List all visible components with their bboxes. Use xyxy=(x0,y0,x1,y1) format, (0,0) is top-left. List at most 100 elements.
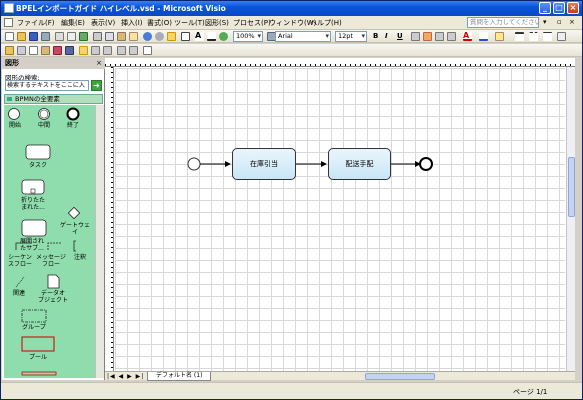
stencil-label-gateway: ゲートウェ イ xyxy=(60,222,91,236)
maximize-button[interactable]: □ xyxy=(553,2,565,14)
open-icon[interactable] xyxy=(17,32,26,41)
shapes-pane-header: 図形 × xyxy=(2,58,105,69)
vertical-scrollbar[interactable] xyxy=(566,67,575,371)
end-event[interactable] xyxy=(419,157,433,171)
shape-search-input[interactable]: 検索するテキストをここに入 xyxy=(5,80,89,91)
shadow-color-icon[interactable] xyxy=(557,32,566,41)
page-nav-arrows[interactable]: |◀ ◀ ▶ ▶| xyxy=(107,372,144,381)
align-right-icon[interactable] xyxy=(435,32,444,41)
search-go-icon[interactable]: ➜ xyxy=(91,80,102,91)
rotate-icon[interactable] xyxy=(143,46,152,55)
redo-icon[interactable] xyxy=(155,32,164,41)
size-position-icon[interactable] xyxy=(29,46,38,55)
text-tool-icon[interactable]: A xyxy=(195,32,204,41)
close-button[interactable]: × xyxy=(567,2,579,14)
italic-button[interactable]: I xyxy=(385,32,388,40)
shapes-window-icon[interactable] xyxy=(5,46,14,55)
line-weight-icon[interactable] xyxy=(515,32,524,41)
stencil-scrollbar[interactable] xyxy=(95,105,104,378)
message-flow-icon[interactable] xyxy=(47,242,62,250)
lane-icon[interactable] xyxy=(21,371,57,376)
spelling-icon[interactable] xyxy=(79,32,88,41)
layer-icon[interactable] xyxy=(65,46,74,55)
font-select[interactable]: Arial xyxy=(275,31,331,42)
format-painter-icon[interactable] xyxy=(129,32,138,41)
active-tool-icon[interactable] xyxy=(79,46,88,55)
line-pattern-icon[interactable] xyxy=(529,32,538,41)
copy-icon[interactable] xyxy=(105,32,114,41)
print-preview-icon[interactable] xyxy=(67,32,76,41)
zoom-select[interactable]: 100% xyxy=(233,31,263,42)
align-left-icon[interactable] xyxy=(411,32,420,41)
bring-front-icon[interactable] xyxy=(117,46,126,55)
standard-toolbar: A 100% Arial 12pt B I U A xyxy=(1,30,582,43)
doc-close-icon[interactable]: × xyxy=(569,18,575,26)
doc-restore-icon[interactable]: ▫ xyxy=(557,18,562,26)
minimize-button[interactable]: _ xyxy=(539,2,551,14)
menu-edit[interactable]: 編集(E) xyxy=(61,18,85,28)
connector-tool-icon[interactable] xyxy=(181,32,190,41)
annotation-icon[interactable] xyxy=(73,240,76,252)
horizontal-ruler[interactable] xyxy=(105,58,575,67)
font-size-select[interactable]: 12pt xyxy=(335,31,367,42)
menu-insert[interactable]: 挿入(I) xyxy=(121,18,143,28)
line-ends-icon[interactable] xyxy=(543,32,552,41)
print-icon[interactable] xyxy=(55,32,64,41)
vertical-scroll-thumb[interactable] xyxy=(568,157,575,217)
menu-view[interactable]: 表示(V) xyxy=(91,18,115,28)
menu-tools[interactable]: ツール(T) xyxy=(174,18,205,28)
save-icon[interactable] xyxy=(29,32,38,41)
pointer-tool-icon[interactable] xyxy=(167,32,176,41)
stencil-title-bpmn[interactable]: BPMNの全要素 xyxy=(4,94,103,104)
menu-format[interactable]: 書式(O) xyxy=(147,18,172,28)
stencil-label-sequence-flow: シーケン スフロー xyxy=(7,254,32,268)
association-icon[interactable] xyxy=(15,276,25,288)
drawing-explorer-icon[interactable] xyxy=(41,46,50,55)
page-tab-default[interactable]: デフォルト名 (1) xyxy=(147,372,212,381)
task-delivery-arrangement[interactable]: 配送手配 xyxy=(328,148,391,180)
expanded-subprocess-icon[interactable] xyxy=(21,219,47,237)
group-icon[interactable] xyxy=(91,46,100,55)
help-question-input[interactable]: 質問を入力してください xyxy=(467,17,539,28)
ungroup-icon[interactable] xyxy=(103,46,112,55)
cut-icon[interactable] xyxy=(93,32,102,41)
permission-icon[interactable] xyxy=(41,32,50,41)
paste-icon[interactable] xyxy=(117,32,126,41)
data-object-icon[interactable] xyxy=(47,274,60,289)
menu-process[interactable]: プロセス(P) xyxy=(233,18,271,28)
underline-button[interactable]: U xyxy=(397,32,403,40)
start-event-icon[interactable] xyxy=(8,108,20,120)
font-color-icon[interactable]: A xyxy=(463,32,472,41)
shapes-pane-close-button[interactable]: × xyxy=(96,58,102,69)
align-center-icon[interactable] xyxy=(423,32,432,41)
undo-icon[interactable] xyxy=(143,32,152,41)
new-icon[interactable] xyxy=(5,32,14,41)
stencil-label-end: 終了 xyxy=(66,122,79,129)
end-event-icon[interactable] xyxy=(66,107,80,121)
visio-app-icon[interactable] xyxy=(4,3,14,13)
doc-icon[interactable] xyxy=(4,18,13,27)
pan-zoom-icon[interactable] xyxy=(17,46,26,55)
send-back-icon[interactable] xyxy=(129,46,138,55)
menu-file[interactable]: ファイル(F) xyxy=(17,18,55,28)
vertical-ruler[interactable] xyxy=(105,67,114,371)
gateway-icon[interactable] xyxy=(67,206,81,220)
justify-icon[interactable] xyxy=(447,32,456,41)
help-dropdown-icon[interactable]: ▾ xyxy=(543,18,547,26)
drawing-page[interactable]: 在庫引当 配送手配 xyxy=(115,68,565,371)
shape-data-icon[interactable] xyxy=(53,46,62,55)
group-shape-icon[interactable] xyxy=(21,309,47,323)
start-event[interactable] xyxy=(187,157,201,171)
stamp-tool-icon[interactable] xyxy=(219,32,228,41)
horizontal-scroll-thumb[interactable] xyxy=(365,373,435,380)
task-stock-allocation[interactable]: 在庫引当 xyxy=(232,148,296,180)
line-color-icon[interactable] xyxy=(479,32,488,41)
stencil-label-data-object: データオ ブジェクト xyxy=(37,290,68,304)
menu-shape[interactable]: 図形(S) xyxy=(205,18,229,28)
bold-button[interactable]: B xyxy=(373,32,378,40)
fill-color-icon[interactable] xyxy=(495,32,504,41)
task-icon[interactable] xyxy=(25,144,51,160)
line-tool-icon[interactable] xyxy=(207,32,216,41)
menu-help[interactable]: ヘルプ(H) xyxy=(310,18,342,28)
pool-icon[interactable] xyxy=(21,336,55,352)
